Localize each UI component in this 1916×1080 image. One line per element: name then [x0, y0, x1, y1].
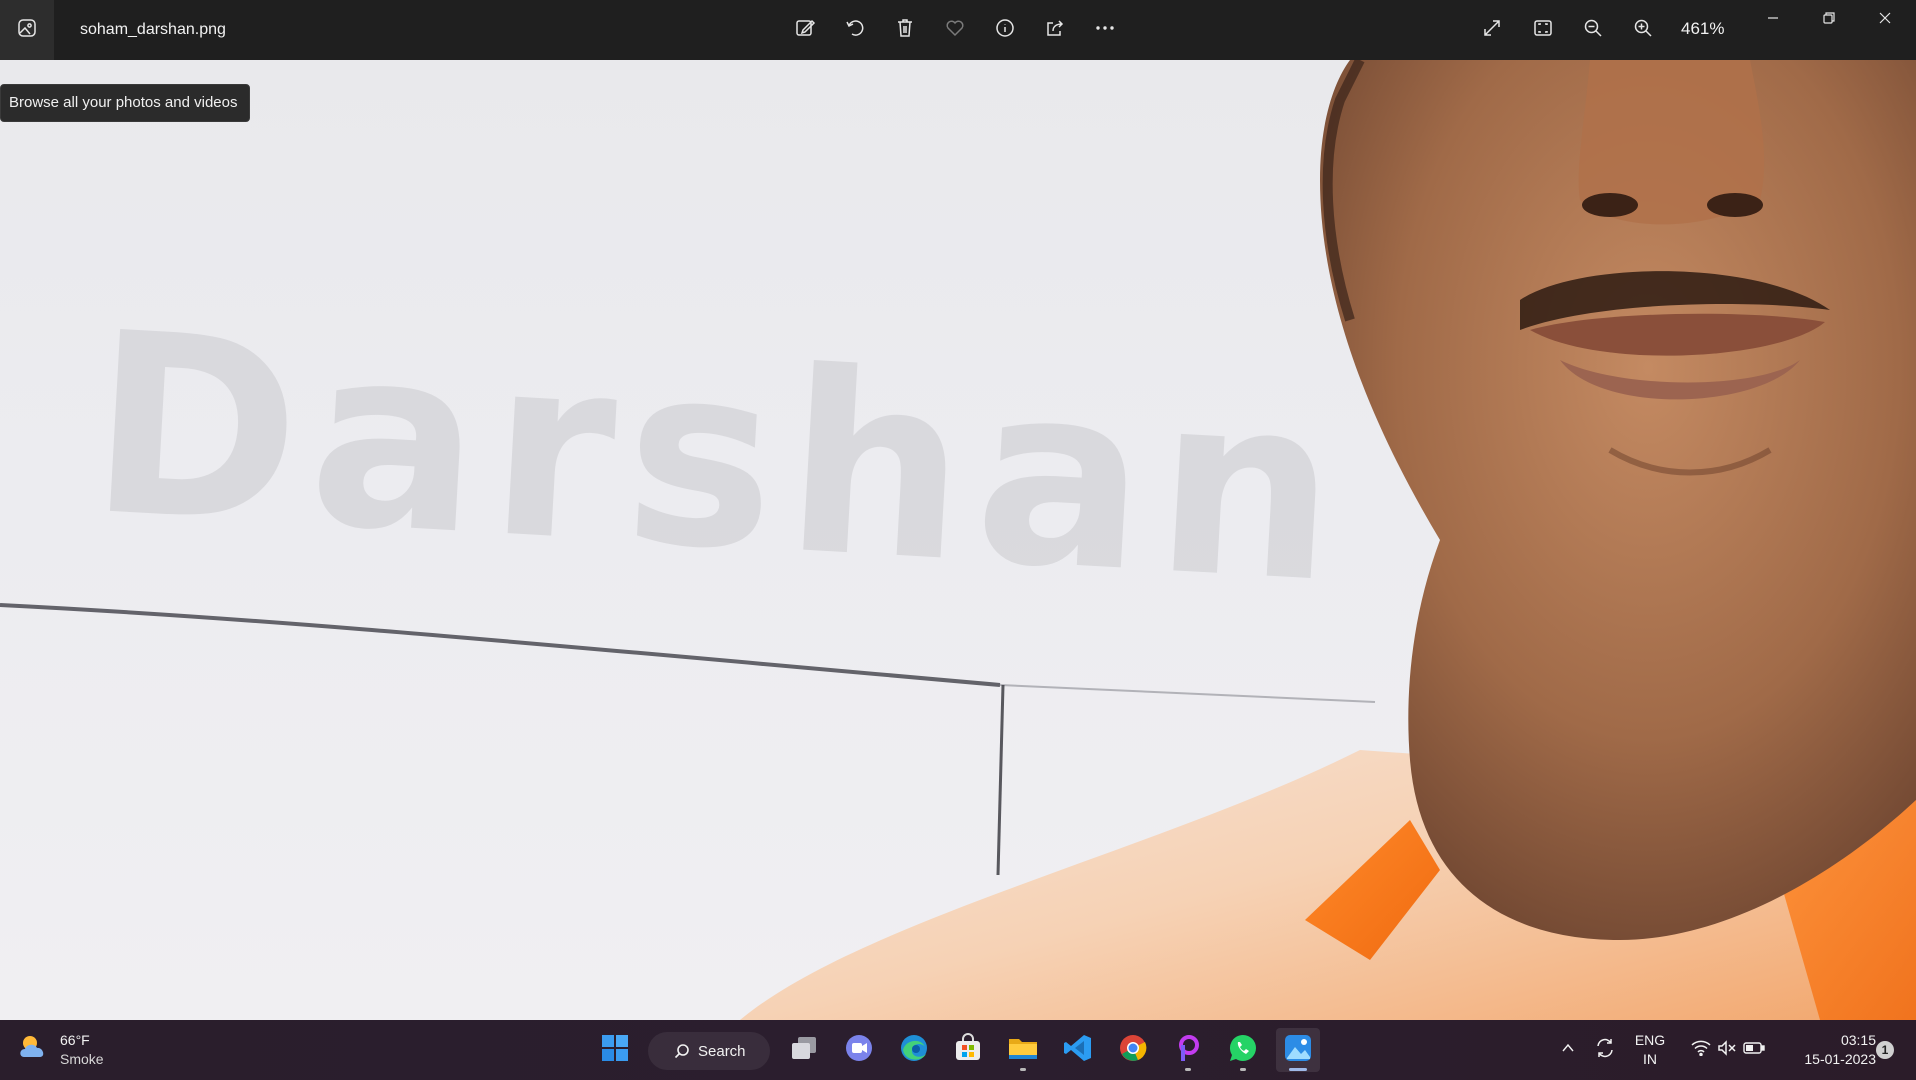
photos-app-button[interactable] [0, 0, 54, 60]
taskbar: 66°F Smoke Search ENG IN 03:15 15-01-202… [0, 1020, 1916, 1080]
gallery-icon [17, 18, 37, 43]
more-options-button[interactable] [1085, 10, 1125, 50]
zoom-in-icon [1632, 17, 1654, 44]
windows-logo-icon [601, 1034, 629, 1067]
search-icon [674, 1044, 689, 1059]
chevron-up-icon [1561, 1041, 1575, 1060]
title-bar: soham_darshan.png 461% [0, 0, 1916, 60]
expand-icon [1481, 17, 1503, 44]
close-icon [1878, 11, 1892, 30]
chrome-button[interactable] [1111, 1028, 1155, 1072]
clock[interactable]: 03:15 15-01-2023 [1780, 1031, 1876, 1069]
picsart-button[interactable] [1166, 1028, 1210, 1072]
task-view-icon [790, 1034, 818, 1067]
clock-date: 15-01-2023 [1804, 1051, 1876, 1067]
zoom-in-button[interactable] [1623, 10, 1663, 50]
photos-button[interactable] [1276, 1028, 1320, 1072]
weather-widget[interactable]: 66°F Smoke [16, 1030, 104, 1069]
fit-to-window-icon [1532, 17, 1554, 44]
region-code: IN [1643, 1051, 1657, 1067]
share-icon [1044, 17, 1066, 44]
sync-icon [1594, 1037, 1616, 1064]
trash-icon [894, 17, 916, 44]
store-icon [953, 1032, 983, 1068]
edge-icon [899, 1033, 929, 1068]
favorite-button[interactable] [935, 10, 975, 50]
heart-icon [944, 17, 966, 44]
delete-button[interactable] [885, 10, 925, 50]
quick-settings-button[interactable] [1678, 1028, 1778, 1072]
rotate-button[interactable] [835, 10, 875, 50]
notification-center-button[interactable]: 1 [1870, 1028, 1900, 1072]
store-button[interactable] [946, 1028, 990, 1072]
gallery-tooltip: Browse all your photos and videos [0, 84, 251, 122]
restore-icon [1822, 11, 1836, 30]
photos-icon [1283, 1033, 1313, 1068]
taskbar-search[interactable]: Search [648, 1032, 770, 1070]
clock-time: 03:15 [1840, 1032, 1876, 1048]
edge-button[interactable] [892, 1028, 936, 1072]
language-code: ENG [1634, 1032, 1666, 1048]
chat-button[interactable] [837, 1028, 881, 1072]
show-hidden-icons-button[interactable] [1553, 1028, 1583, 1072]
wifi-icon [1691, 1040, 1711, 1061]
edit-icon [794, 17, 816, 44]
minimize-button[interactable] [1745, 0, 1801, 40]
running-indicator [1185, 1068, 1191, 1071]
notification-badge: 1 [1876, 1041, 1894, 1059]
running-indicator [1020, 1068, 1026, 1071]
whatsapp-button[interactable] [1221, 1028, 1265, 1072]
file-explorer-button[interactable] [1001, 1028, 1045, 1072]
file-name: soham_darshan.png [80, 21, 226, 38]
minimize-icon [1766, 11, 1780, 30]
full-screen-button[interactable] [1472, 10, 1512, 50]
active-indicator [1289, 1068, 1307, 1071]
image-canvas[interactable]: Darshan [0, 60, 1916, 1020]
chrome-icon [1118, 1033, 1148, 1068]
weather-cloud-icon [16, 1030, 50, 1069]
sync-status-button[interactable] [1588, 1028, 1622, 1072]
task-view-button[interactable] [782, 1028, 826, 1072]
close-button[interactable] [1857, 0, 1913, 40]
zoom-out-icon [1582, 17, 1604, 44]
rotate-icon [844, 17, 866, 44]
fit-to-window-button[interactable] [1523, 10, 1563, 50]
info-icon [994, 17, 1016, 44]
battery-icon [1743, 1041, 1765, 1060]
search-label: Search [698, 1042, 746, 1060]
file-info-button[interactable] [985, 10, 1025, 50]
vscode-button[interactable] [1056, 1028, 1100, 1072]
folder-icon [1007, 1033, 1039, 1068]
zoom-out-button[interactable] [1573, 10, 1613, 50]
weather-condition: Smoke [60, 1050, 104, 1067]
restore-button[interactable] [1801, 0, 1857, 40]
whatsapp-icon [1228, 1033, 1258, 1068]
vscode-icon [1063, 1033, 1093, 1068]
zoom-level[interactable]: 461% [1681, 19, 1724, 39]
weather-temperature: 66°F [60, 1031, 90, 1048]
start-button[interactable] [593, 1028, 637, 1072]
picsart-icon [1173, 1033, 1203, 1068]
input-language[interactable]: ENG IN [1628, 1031, 1672, 1069]
more-icon [1094, 17, 1116, 44]
running-indicator [1240, 1068, 1246, 1071]
teams-chat-icon [844, 1033, 874, 1068]
share-button[interactable] [1035, 10, 1075, 50]
edit-image-button[interactable] [785, 10, 825, 50]
volume-muted-icon [1717, 1039, 1737, 1061]
